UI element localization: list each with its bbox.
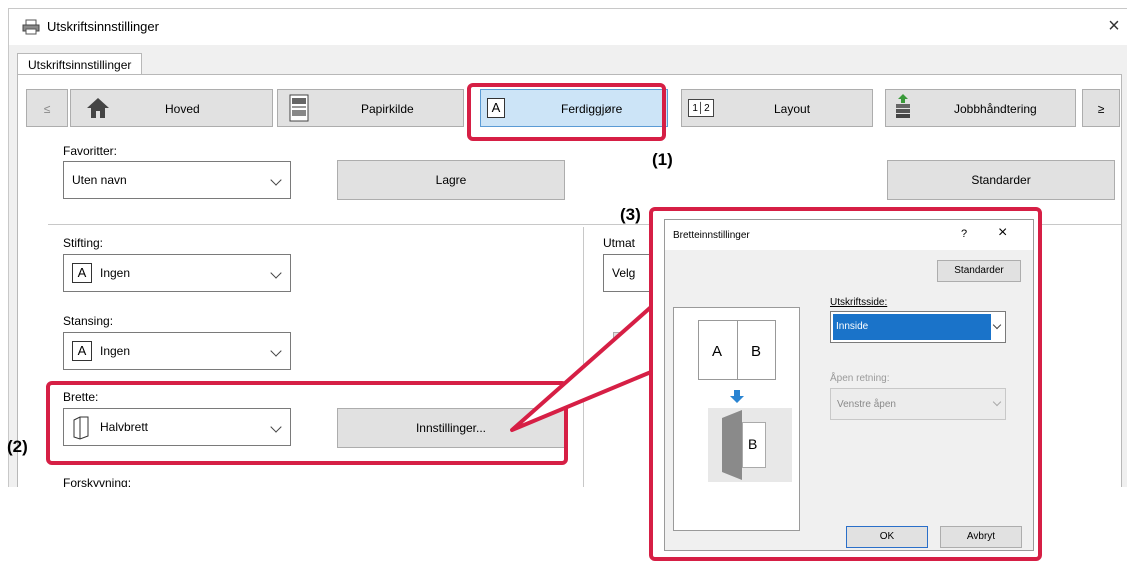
folded-sheet-preview: B xyxy=(708,408,792,482)
cancel-button[interactable]: Avbryt xyxy=(940,526,1022,548)
dialog-title-bar: Bretteinnstillinger ? × xyxy=(665,220,1033,250)
fold-settings-dialog: Bretteinnstillinger ? × Standarder A B B… xyxy=(664,219,1034,551)
close-icon[interactable]: × xyxy=(998,224,1007,242)
dialog-defaults-button[interactable]: Standarder xyxy=(937,260,1021,282)
dialog-title: Bretteinnstillinger xyxy=(673,230,750,241)
back-page: B xyxy=(742,422,766,468)
print-side-dropdown[interactable]: Innside xyxy=(830,311,1006,343)
preview-letter: B xyxy=(748,436,758,452)
callout-2: (2) xyxy=(7,437,28,456)
selected-option-highlight: Innside xyxy=(833,314,991,340)
ok-button[interactable]: OK xyxy=(846,526,928,548)
callout-3: (3) xyxy=(620,205,641,224)
print-side-label: Utskriftsside: xyxy=(830,297,888,308)
fold-preview: A B B xyxy=(673,307,800,531)
preview-letter: A xyxy=(712,343,723,360)
fold-line xyxy=(737,321,738,379)
open-direction-dropdown[interactable]: Venstre åpen xyxy=(830,388,1006,420)
open-direction-value: Venstre åpen xyxy=(837,399,896,410)
open-sheet-preview: A B xyxy=(698,320,776,380)
help-icon[interactable]: ? xyxy=(961,228,967,240)
chevron-down-icon xyxy=(992,320,1002,330)
arrow-down-icon xyxy=(730,390,744,403)
open-direction-label: Åpen retning: xyxy=(830,373,890,384)
preview-letter: B xyxy=(751,343,762,360)
chevron-down-icon xyxy=(992,397,1002,407)
print-side-value: Innside xyxy=(836,321,869,332)
folded-cover-icon xyxy=(722,410,742,480)
callout-1: (1) xyxy=(652,150,673,169)
